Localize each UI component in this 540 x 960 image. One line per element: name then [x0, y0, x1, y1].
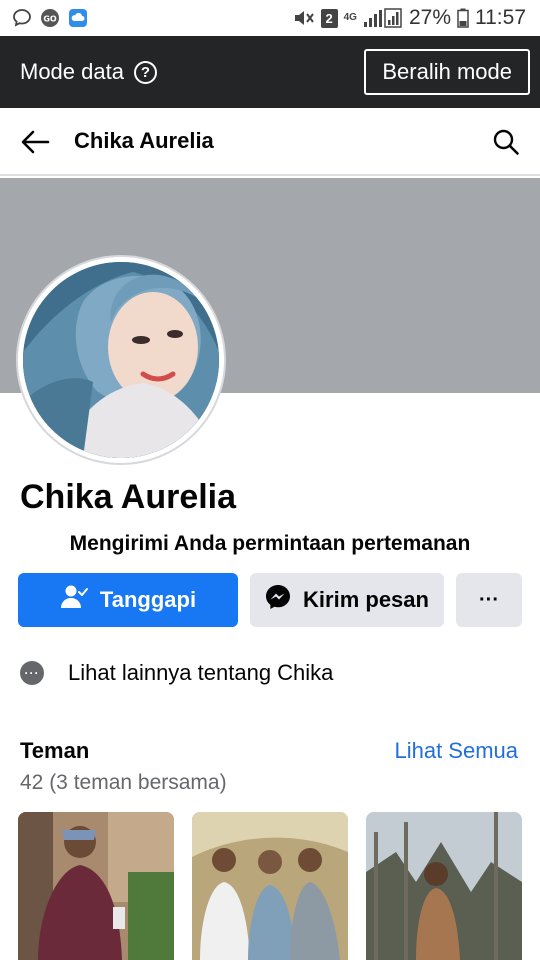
see-more-about-row[interactable]: ··· Lihat lainnya tentang Chika — [20, 660, 333, 686]
search-icon[interactable] — [492, 128, 520, 161]
header-title: Chika Aurelia — [74, 128, 214, 153]
battery-icon — [457, 8, 469, 28]
see-all-friends-link[interactable]: Lihat Semua — [394, 738, 518, 764]
chat-bubble-icon — [12, 8, 32, 28]
more-options-button[interactable]: ··· — [456, 573, 522, 627]
profile-header: Chika Aurelia — [0, 108, 540, 176]
friends-section-title: Teman — [20, 738, 90, 763]
see-more-about-label: Lihat lainnya tentang Chika — [68, 660, 334, 685]
battery-percent: 27% — [408, 6, 451, 29]
send-message-button[interactable]: Kirim pesan — [250, 573, 444, 627]
sim-badge-icon: 2 — [320, 8, 338, 28]
friend-request-note: Mengirimi Anda permintaan pertemanan — [69, 532, 471, 555]
data-mode-info: Mode data ? — [20, 59, 157, 85]
data-mode-bar: Mode data ? Beralih mode — [0, 36, 540, 108]
signal-icon — [363, 8, 403, 28]
friend-photo[interactable] — [192, 812, 348, 960]
more-dots-icon: ··· — [20, 661, 44, 685]
go-app-icon: GO — [40, 8, 60, 28]
back-arrow-icon[interactable] — [20, 128, 50, 161]
clock: 11:57 — [475, 6, 526, 29]
friends-count: 42 (3 teman bersama) — [20, 771, 227, 794]
friend-photo[interactable] — [18, 812, 174, 960]
mute-icon — [293, 8, 315, 28]
status-bar: GO 2 4G 27% 11:57 — [0, 0, 540, 36]
profile-picture[interactable] — [23, 262, 219, 458]
person-check-icon — [60, 584, 88, 616]
profile-picture-frame[interactable] — [18, 257, 224, 463]
data-mode-label: Mode data — [20, 59, 124, 84]
cloud-app-icon — [68, 8, 88, 28]
status-bar-left: GO — [12, 8, 88, 28]
send-message-label: Kirim pesan — [303, 587, 429, 612]
help-icon[interactable]: ? — [133, 60, 157, 84]
switch-mode-button[interactable]: Beralih mode — [364, 49, 530, 95]
respond-button[interactable]: Tanggapi — [18, 573, 238, 627]
messenger-icon — [265, 584, 291, 616]
svg-text:GO: GO — [43, 15, 57, 24]
network-type: 4G — [343, 12, 357, 23]
respond-label: Tanggapi — [99, 587, 197, 612]
status-bar-right: 2 4G 27% 11:57 — [293, 6, 526, 30]
profile-name: Chika Aurelia — [20, 478, 237, 516]
friend-photo[interactable] — [366, 812, 522, 960]
